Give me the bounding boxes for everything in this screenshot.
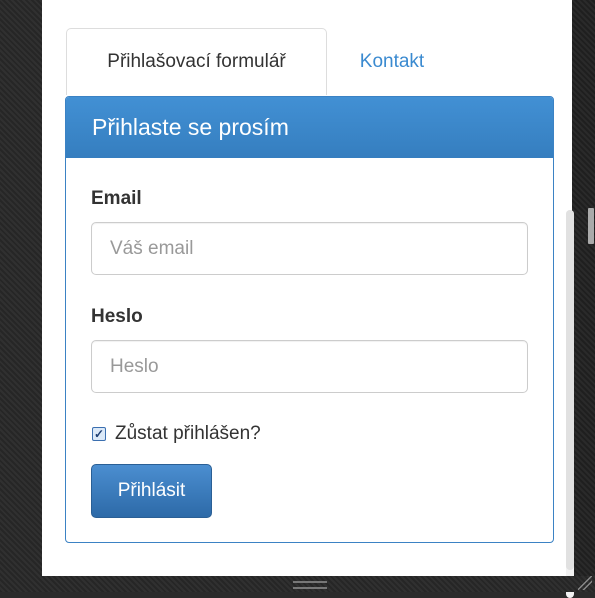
login-panel: Přihlaste se prosím Email Heslo ✓ Zůstat…: [65, 96, 554, 543]
window-edge-grip[interactable]: [588, 208, 594, 244]
tab-label: Kontakt: [359, 50, 425, 72]
tab-label: Přihlašovací formulář: [107, 51, 286, 72]
panel-title: Přihlaste se prosím: [92, 114, 289, 140]
tab-login-form[interactable]: Přihlašovací formulář: [66, 28, 327, 95]
background-left: [0, 0, 42, 592]
background-right: [572, 0, 595, 592]
password-label: Heslo: [91, 306, 143, 327]
resize-grip-icon[interactable]: [293, 581, 327, 589]
remember-label: Zůstat přihlášen?: [115, 423, 261, 444]
login-button-label: Přihlásit: [117, 480, 186, 501]
email-label: Email: [91, 188, 142, 209]
email-input[interactable]: [91, 222, 528, 275]
panel-heading: Přihlaste se prosím: [66, 97, 553, 158]
tab-contact[interactable]: Kontakt: [342, 28, 442, 95]
resize-corner-icon[interactable]: [578, 576, 592, 590]
scrollbar-thumb[interactable]: [566, 210, 574, 570]
login-button[interactable]: Přihlásit: [91, 464, 212, 518]
tab-bar: Přihlašovací formulář Kontakt: [66, 28, 554, 96]
remember-checkbox[interactable]: ✓: [92, 427, 106, 441]
remember-me[interactable]: ✓ Zůstat přihlášen?: [92, 423, 261, 445]
password-input[interactable]: [91, 340, 528, 393]
